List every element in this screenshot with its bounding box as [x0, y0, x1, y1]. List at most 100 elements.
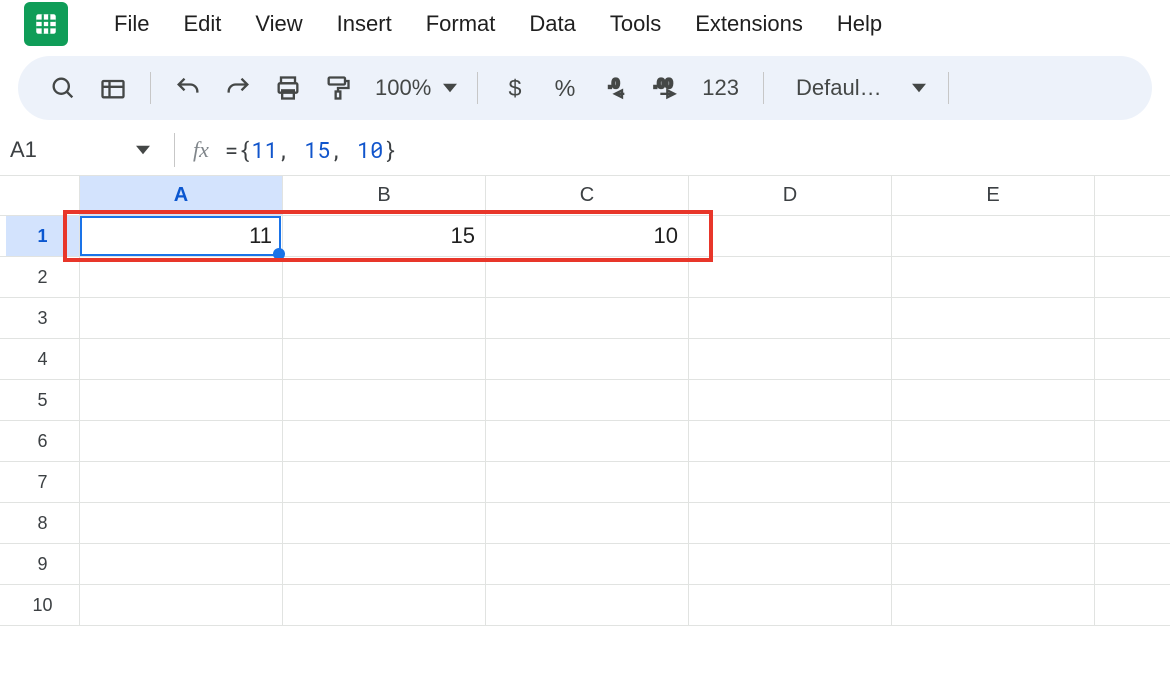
cell[interactable] [1095, 544, 1170, 585]
cell[interactable] [892, 257, 1095, 298]
font-family-dropdown[interactable]: Defaul… [778, 75, 934, 101]
cell[interactable] [80, 339, 283, 380]
cell[interactable] [80, 257, 283, 298]
paint-format-button[interactable] [315, 65, 361, 111]
cell[interactable] [1095, 421, 1170, 462]
cell[interactable] [689, 339, 892, 380]
cell[interactable] [486, 462, 689, 503]
column-header-B[interactable]: B [283, 176, 486, 215]
column-header-E[interactable]: E [892, 176, 1095, 215]
cell[interactable] [486, 544, 689, 585]
cell[interactable] [1095, 380, 1170, 421]
row-header-6[interactable]: 6 [6, 421, 80, 462]
percent-button[interactable]: % [542, 65, 588, 111]
cell[interactable] [283, 421, 486, 462]
menu-view[interactable]: View [241, 7, 316, 41]
cell[interactable] [486, 339, 689, 380]
sheets-logo[interactable] [24, 2, 68, 46]
menu-extensions[interactable]: Extensions [681, 7, 817, 41]
cell[interactable] [689, 421, 892, 462]
cell[interactable] [486, 298, 689, 339]
decrease-decimal-button[interactable]: .0 [592, 65, 638, 111]
print-button[interactable] [265, 65, 311, 111]
cell[interactable] [689, 503, 892, 544]
cell[interactable] [1095, 298, 1170, 339]
cell[interactable] [1095, 339, 1170, 380]
row-header-7[interactable]: 7 [6, 462, 80, 503]
cell[interactable] [80, 298, 283, 339]
formula-bar[interactable]: ={11, 15, 10} [225, 135, 397, 164]
zoom-dropdown[interactable]: 100% [365, 75, 463, 101]
cell[interactable] [689, 544, 892, 585]
column-header-C[interactable]: C [486, 176, 689, 215]
more-formats-button[interactable]: 123 [692, 75, 749, 101]
cell[interactable] [486, 503, 689, 544]
menu-data[interactable]: Data [515, 7, 589, 41]
cell[interactable] [689, 462, 892, 503]
cell[interactable] [486, 380, 689, 421]
row-header-1[interactable]: 1 [6, 216, 80, 257]
cell[interactable] [892, 544, 1095, 585]
cell[interactable] [283, 339, 486, 380]
cell[interactable] [80, 462, 283, 503]
row-header-3[interactable]: 3 [6, 298, 80, 339]
column-header-D[interactable]: D [689, 176, 892, 215]
cell[interactable] [80, 421, 283, 462]
row-header-4[interactable]: 4 [6, 339, 80, 380]
increase-decimal-button[interactable]: .00 [642, 65, 688, 111]
spreadsheet-grid[interactable]: A B C D E 1111510 2 3 4 5 6 7 8 9 10 [0, 176, 1170, 626]
cell[interactable] [486, 585, 689, 626]
menu-tools[interactable]: Tools [596, 7, 675, 41]
cell[interactable] [80, 380, 283, 421]
row-header-8[interactable]: 8 [6, 503, 80, 544]
cell[interactable] [80, 503, 283, 544]
cell[interactable] [1095, 216, 1170, 257]
cell[interactable] [1095, 503, 1170, 544]
cell[interactable] [1095, 462, 1170, 503]
currency-button[interactable]: $ [492, 65, 538, 111]
cell[interactable] [283, 380, 486, 421]
cell[interactable] [80, 544, 283, 585]
cell[interactable] [486, 421, 689, 462]
menu-format[interactable]: Format [412, 7, 510, 41]
cell[interactable] [689, 380, 892, 421]
row-header-9[interactable]: 9 [6, 544, 80, 585]
cell[interactable] [892, 421, 1095, 462]
name-box[interactable]: A1 [8, 137, 168, 163]
cell[interactable] [892, 298, 1095, 339]
cell[interactable] [283, 544, 486, 585]
cell[interactable] [892, 585, 1095, 626]
search-menus-button[interactable] [40, 65, 86, 111]
select-all-corner[interactable] [6, 176, 80, 215]
row-header-2[interactable]: 2 [6, 257, 80, 298]
cell[interactable] [283, 257, 486, 298]
cell[interactable] [486, 257, 689, 298]
cell[interactable] [689, 298, 892, 339]
cell[interactable] [892, 503, 1095, 544]
cell[interactable] [892, 380, 1095, 421]
menu-insert[interactable]: Insert [323, 7, 406, 41]
row-header-5[interactable]: 5 [6, 380, 80, 421]
cell[interactable] [892, 462, 1095, 503]
cell[interactable] [80, 585, 283, 626]
column-header-extra[interactable] [1095, 176, 1170, 215]
row-header-10[interactable]: 10 [6, 585, 80, 626]
cell-C1[interactable]: 10 [486, 216, 689, 257]
cell[interactable] [689, 585, 892, 626]
column-header-A[interactable]: A [80, 176, 283, 215]
cell[interactable] [689, 257, 892, 298]
undo-button[interactable] [165, 65, 211, 111]
redo-button[interactable] [215, 65, 261, 111]
cell[interactable] [283, 462, 486, 503]
cell-A1[interactable]: 11 [80, 216, 283, 257]
cell[interactable] [283, 298, 486, 339]
cell-D1[interactable] [689, 216, 892, 257]
cell[interactable] [283, 503, 486, 544]
menu-help[interactable]: Help [823, 7, 896, 41]
cell-E1[interactable] [892, 216, 1095, 257]
cell-B1[interactable]: 15 [283, 216, 486, 257]
cell[interactable] [283, 585, 486, 626]
cell[interactable] [892, 339, 1095, 380]
menu-edit[interactable]: Edit [169, 7, 235, 41]
menu-file[interactable]: File [100, 7, 163, 41]
